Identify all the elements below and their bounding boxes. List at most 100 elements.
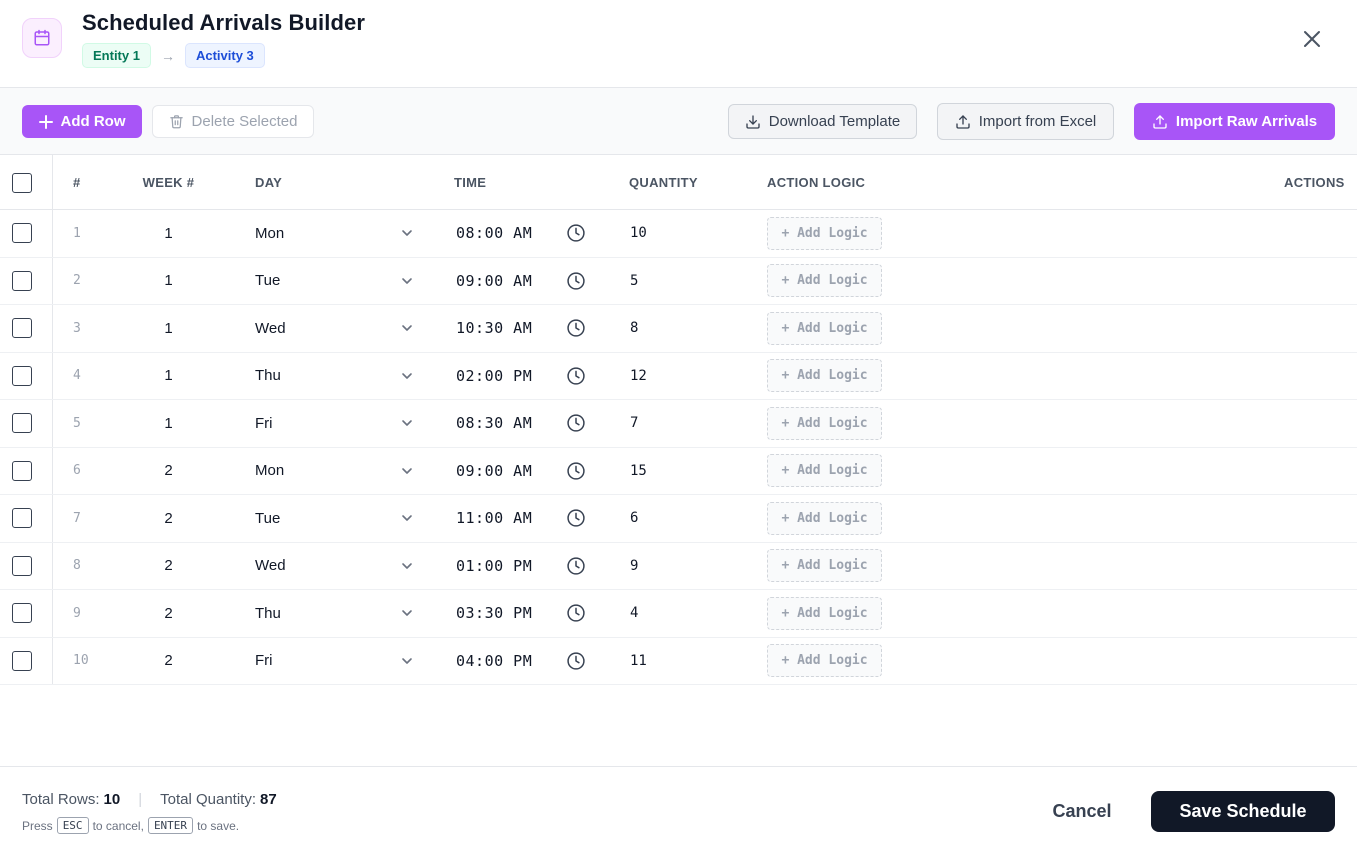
row-checkbox[interactable]	[12, 223, 32, 244]
download-template-button[interactable]: Download Template	[728, 104, 917, 139]
day-select[interactable]: Thu	[255, 590, 417, 637]
time-input[interactable]: 04:00 PM	[456, 638, 532, 685]
row-checkbox[interactable]	[12, 413, 32, 434]
close-button[interactable]	[1298, 25, 1326, 53]
clock-icon	[567, 367, 585, 385]
chevron-down-icon	[402, 420, 412, 427]
day-select[interactable]: Tue	[255, 495, 417, 542]
add-logic-button[interactable]: + Add Logic	[767, 596, 882, 630]
cancel-button[interactable]: Cancel	[1040, 793, 1124, 829]
quantity-input[interactable]: 8	[630, 305, 638, 352]
week-cell[interactable]: 2	[120, 495, 217, 542]
add-logic-button[interactable]: + Add Logic	[767, 311, 882, 345]
row-checkbox[interactable]	[12, 555, 32, 576]
save-schedule-button[interactable]: Save Schedule	[1151, 791, 1335, 832]
day-select[interactable]: Tue	[255, 258, 417, 305]
time-input[interactable]: 09:00 AM	[456, 448, 532, 495]
chevron-down-icon	[402, 467, 412, 474]
week-cell[interactable]: 2	[120, 590, 217, 637]
clock-icon	[567, 509, 585, 527]
day-select[interactable]: Wed	[255, 543, 417, 590]
hint-to-cancel: to cancel,	[92, 818, 144, 833]
add-logic-button[interactable]: + Add Logic	[767, 644, 882, 678]
add-logic-button[interactable]: + Add Logic	[767, 454, 882, 488]
quantity-input[interactable]: 7	[630, 400, 638, 447]
time-picker-button[interactable]	[566, 448, 586, 495]
time-picker-button[interactable]	[566, 590, 586, 637]
time-input[interactable]: 08:30 AM	[456, 400, 532, 447]
time-input[interactable]: 02:00 PM	[456, 353, 532, 400]
row-checkbox[interactable]	[12, 270, 32, 291]
add-row-button[interactable]: Add Row	[22, 105, 142, 138]
chevron-down-icon	[402, 230, 412, 237]
delete-selected-button[interactable]: Delete Selected	[152, 105, 314, 138]
table-row: 4 1 Thu 02:00 PM 12 + Add Logic	[0, 353, 1357, 400]
row-number: 1	[73, 225, 81, 241]
day-select[interactable]: Fri	[255, 638, 417, 685]
week-cell[interactable]: 1	[120, 258, 217, 305]
week-cell[interactable]: 1	[120, 353, 217, 400]
quantity-input[interactable]: 12	[630, 353, 647, 400]
row-checkbox[interactable]	[12, 318, 32, 339]
time-picker-button[interactable]	[566, 210, 586, 257]
quantity-input[interactable]: 5	[630, 258, 638, 305]
time-input[interactable]: 03:30 PM	[456, 590, 532, 637]
row-checkbox[interactable]	[12, 603, 32, 624]
time-picker-button[interactable]	[566, 543, 586, 590]
week-cell[interactable]: 2	[120, 543, 217, 590]
time-picker-button[interactable]	[566, 258, 586, 305]
time-picker-button[interactable]	[566, 638, 586, 685]
week-cell[interactable]: 1	[120, 210, 217, 257]
time-picker-button[interactable]	[566, 495, 586, 542]
add-logic-button[interactable]: + Add Logic	[767, 216, 882, 250]
add-logic-button[interactable]: + Add Logic	[767, 359, 882, 393]
add-logic-button[interactable]: + Add Logic	[767, 264, 882, 298]
week-cell[interactable]: 2	[120, 638, 217, 685]
totals-summary: Total Rows: 10 | Total Quantity: 87	[22, 791, 277, 808]
time-input[interactable]: 01:00 PM	[456, 543, 532, 590]
column-header-quantity: QUANTITY	[629, 175, 698, 190]
quantity-input[interactable]: 4	[630, 590, 638, 637]
time-picker-button[interactable]	[566, 400, 586, 447]
quantity-input[interactable]: 11	[630, 638, 647, 685]
quantity-input[interactable]: 15	[630, 448, 647, 495]
time-picker-button[interactable]	[566, 305, 586, 352]
delete-selected-label: Delete Selected	[191, 113, 298, 130]
select-all-checkbox[interactable]	[12, 172, 32, 193]
clock-icon	[567, 319, 585, 337]
import-excel-button[interactable]: Import from Excel	[937, 103, 1114, 140]
add-logic-button[interactable]: + Add Logic	[767, 406, 882, 440]
row-checkbox[interactable]	[12, 508, 32, 529]
row-select-cell	[12, 258, 32, 305]
row-checkbox[interactable]	[12, 460, 32, 481]
day-select[interactable]: Wed	[255, 305, 417, 352]
calendar-icon	[22, 18, 62, 58]
row-number: 8	[73, 558, 81, 574]
quantity-input[interactable]: 9	[630, 543, 638, 590]
row-number: 2	[73, 273, 81, 289]
time-input[interactable]: 10:30 AM	[456, 305, 532, 352]
table-row: 5 1 Fri 08:30 AM 7 + Add Logic	[0, 400, 1357, 448]
row-checkbox[interactable]	[12, 650, 32, 671]
day-value: Wed	[255, 319, 286, 337]
week-cell[interactable]: 2	[120, 448, 217, 495]
add-logic-button[interactable]: + Add Logic	[767, 501, 882, 535]
chevron-down-icon	[402, 657, 412, 664]
import-raw-arrivals-button[interactable]: Import Raw Arrivals	[1134, 103, 1335, 140]
day-select[interactable]: Mon	[255, 210, 417, 257]
time-input[interactable]: 11:00 AM	[456, 495, 532, 542]
week-cell[interactable]: 1	[120, 400, 217, 447]
day-select[interactable]: Mon	[255, 448, 417, 495]
upload-icon	[1153, 114, 1167, 129]
time-input[interactable]: 08:00 AM	[456, 210, 532, 257]
day-select[interactable]: Fri	[255, 400, 417, 447]
day-select[interactable]: Thu	[255, 353, 417, 400]
quantity-input[interactable]: 6	[630, 495, 638, 542]
time-input[interactable]: 09:00 AM	[456, 258, 532, 305]
clock-icon	[567, 557, 585, 575]
add-logic-button[interactable]: + Add Logic	[767, 549, 882, 583]
row-checkbox[interactable]	[12, 365, 32, 386]
quantity-input[interactable]: 10	[630, 210, 647, 257]
time-picker-button[interactable]	[566, 353, 586, 400]
week-cell[interactable]: 1	[120, 305, 217, 352]
